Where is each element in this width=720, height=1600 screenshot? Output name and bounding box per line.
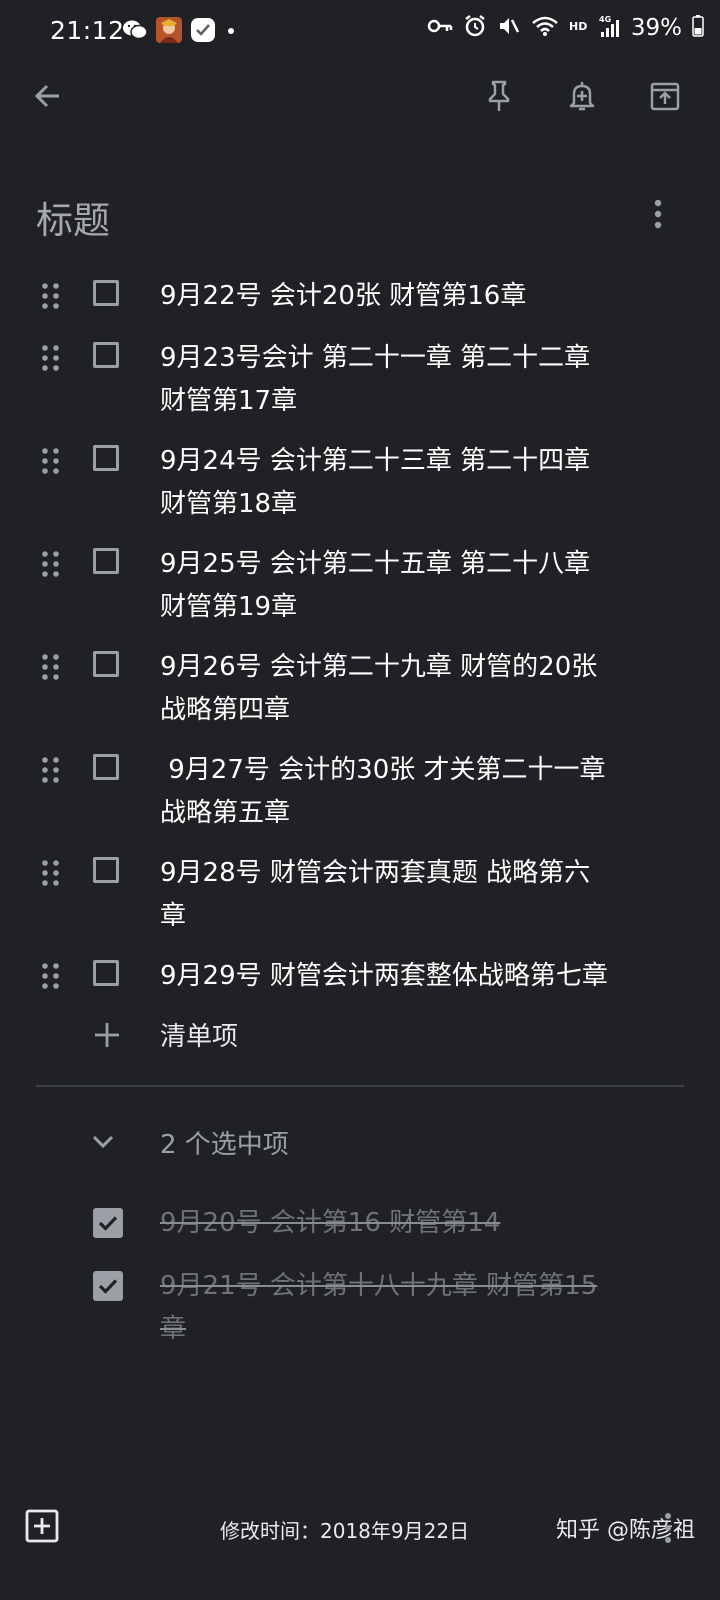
pin-icon (485, 79, 513, 117)
item-text[interactable]: 9月29号 财管会计两套整体战略第七章 (160, 948, 610, 998)
chevron-down-icon (88, 1126, 118, 1156)
game-avatar-icon (156, 17, 182, 47)
wifi-icon (531, 15, 559, 41)
checked-items-toggle[interactable]: 2 个选中项 (0, 1114, 720, 1170)
list-item: 9月27号 会计的30张 才关第二十一章 战略第五章 (0, 742, 720, 835)
divider (36, 1085, 684, 1087)
item-checkbox[interactable] (93, 342, 119, 368)
more-vert-icon[interactable] (660, 1510, 676, 1546)
app-check-icon (190, 17, 216, 47)
add-box-icon[interactable] (24, 1508, 60, 1544)
drag-handle-icon[interactable] (41, 755, 61, 785)
bottom-bar: 修改时间：2018年9月22日 知乎 @陈彦祖 (0, 1500, 720, 1560)
list-item: 9月22号 会计20张 财管第16章 (0, 268, 720, 320)
list-item: 9月24号 会计第二十三章 第二十四章 财管第18章 (0, 433, 720, 526)
item-checkbox[interactable] (93, 445, 119, 471)
item-checkbox[interactable] (93, 754, 119, 780)
item-text[interactable]: 9月24号 会计第二十三章 第二十四章 财管第18章 (160, 433, 610, 526)
item-checkbox[interactable] (93, 857, 119, 883)
archive-button[interactable] (643, 76, 687, 120)
checked-list-item: 9月21号 会计第十八十九章 财管第15章 (0, 1259, 720, 1351)
item-checkbox[interactable] (93, 960, 119, 986)
drag-handle-icon[interactable] (41, 549, 61, 579)
checked-checkbox[interactable] (93, 1208, 123, 1238)
checked-item-text[interactable]: 9月20号 会计第16 财管第14 (160, 1196, 610, 1245)
drag-handle-icon[interactable] (41, 961, 61, 991)
back-button[interactable] (26, 76, 70, 120)
checked-item-text[interactable]: 9月21号 会计第十八十九章 财管第15章 (160, 1259, 610, 1351)
alarm-icon (463, 14, 487, 42)
item-text[interactable]: 9月23号会计 第二十一章 第二十二章 财管第17章 (160, 330, 610, 423)
note-title[interactable]: 标题 (36, 190, 110, 244)
archive-icon (649, 80, 681, 116)
pin-button[interactable] (477, 76, 521, 120)
drag-handle-icon[interactable] (41, 652, 61, 682)
item-checkbox[interactable] (93, 548, 119, 574)
status-right-icons: HD 4G 39% (427, 14, 704, 42)
checked-list: 9月20号 会计第16 财管第14 9月21号 会计第十八十九章 财管第15章 (0, 1196, 720, 1365)
list-item: 9月25号 会计第二十五章 第二十八章 财管第19章 (0, 536, 720, 629)
status-time: 21:12 (50, 16, 125, 45)
checked-list-item: 9月20号 会计第16 财管第14 (0, 1196, 720, 1245)
plus-icon (92, 1020, 122, 1050)
back-arrow-icon (33, 81, 63, 115)
status-left-icons (122, 17, 238, 47)
note-toolbar (0, 64, 720, 132)
item-text[interactable]: 9月27号 会计的30张 才关第二十一章 战略第五章 (160, 742, 610, 835)
hd-icon: HD (569, 18, 589, 38)
signal-4g-icon: 4G (599, 14, 621, 42)
add-list-item-button[interactable]: 清单项 (0, 1010, 720, 1062)
key-icon (427, 17, 453, 39)
status-bar: 21:12 HD 4G 39% (0, 0, 720, 64)
reminder-bell-icon (567, 79, 597, 117)
item-checkbox[interactable] (93, 280, 119, 306)
edited-timestamp: 修改时间：2018年9月22日 (220, 1519, 470, 1543)
svg-text:HD: HD (569, 20, 587, 33)
list-item: 9月23号会计 第二十一章 第二十二章 财管第17章 (0, 330, 720, 423)
list-item: 9月26号 会计第二十九章 财管的20张 战略第四章 (0, 639, 720, 732)
more-vert-icon (653, 198, 663, 234)
mute-icon (497, 14, 521, 42)
checked-checkbox[interactable] (93, 1271, 123, 1301)
item-text[interactable]: 9月25号 会计第二十五章 第二十八章 财管第19章 (160, 536, 610, 629)
checked-count-label: 2 个选中项 (160, 1130, 289, 1160)
reminder-button[interactable] (560, 76, 604, 120)
drag-handle-icon[interactable] (41, 281, 61, 311)
checklist: 9月22号 会计20张 财管第16章 9月23号会计 第二十一章 第二十二章 财… (0, 268, 720, 1062)
notification-dot-icon (224, 23, 238, 42)
item-text[interactable]: 9月28号 财管会计两套真题 战略第六章 (160, 845, 610, 938)
wechat-icon (122, 19, 148, 45)
drag-handle-icon[interactable] (41, 343, 61, 373)
battery-icon (692, 15, 704, 41)
list-item: 9月28号 财管会计两套真题 战略第六章 (0, 845, 720, 938)
item-text[interactable]: 9月22号 会计20张 财管第16章 (160, 268, 610, 318)
item-checkbox[interactable] (93, 651, 119, 677)
drag-handle-icon[interactable] (41, 858, 61, 888)
more-options-button[interactable] (646, 196, 670, 236)
drag-handle-icon[interactable] (41, 446, 61, 476)
list-item: 9月29号 财管会计两套整体战略第七章 (0, 948, 720, 1000)
add-item-label: 清单项 (160, 1022, 239, 1052)
battery-percent: 39% (630, 15, 682, 41)
svg-text:4G: 4G (599, 15, 611, 24)
item-text[interactable]: 9月26号 会计第二十九章 财管的20张 战略第四章 (160, 639, 610, 732)
